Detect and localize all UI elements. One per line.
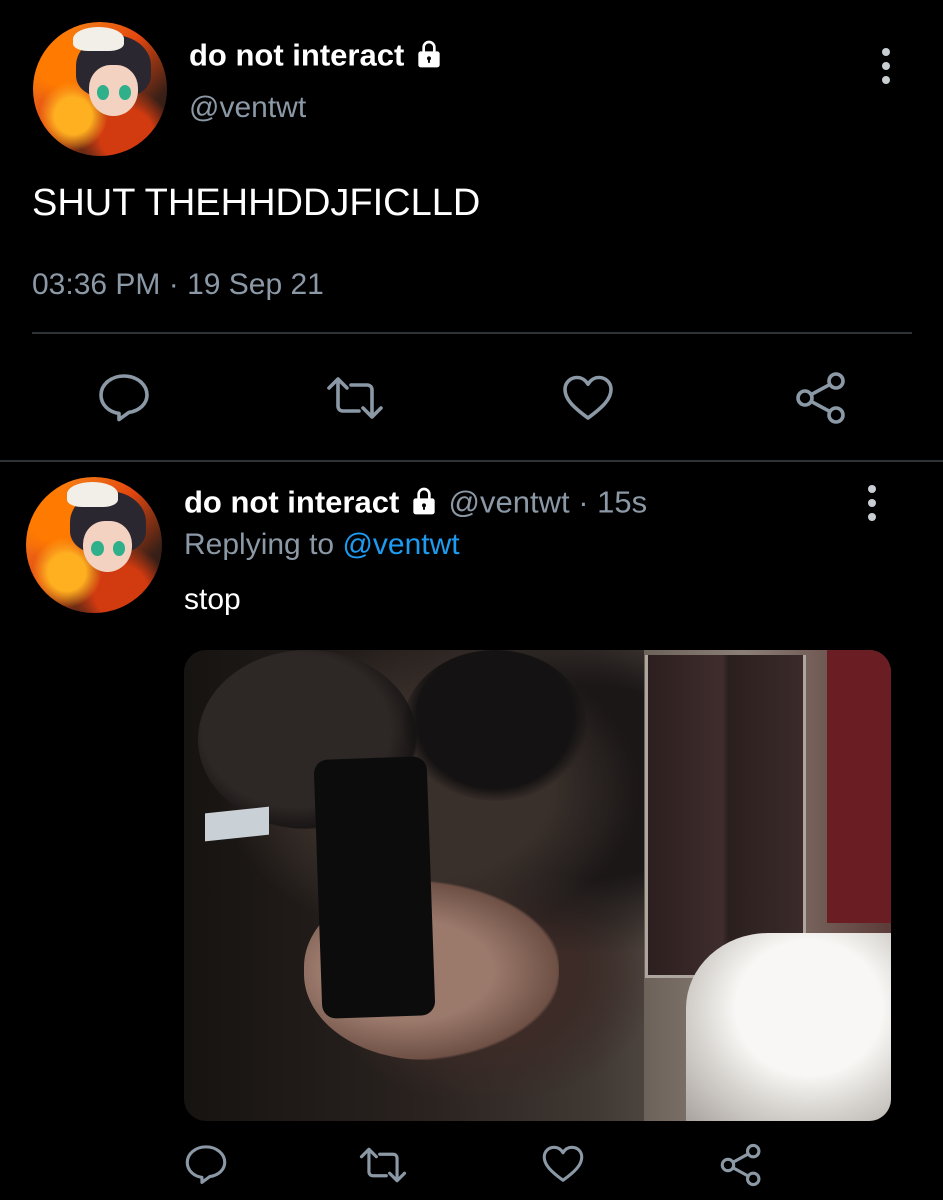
display-name: do not interact [184,484,400,520]
author-handle[interactable]: @ventwt [189,91,306,125]
retweet-icon[interactable] [359,1145,407,1185]
replying-to-link[interactable]: @ventwt [342,528,459,561]
lock-icon [413,38,445,77]
tweet-text: stop [184,583,241,616]
replying-prefix: Replying to [184,528,335,561]
tweet-timestamp[interactable]: 03:36 PM · 19 Sep 21 [32,268,324,302]
avatar[interactable] [26,477,162,613]
reply-header[interactable]: do not interact @ventwt · 15s [184,485,647,524]
avatar[interactable] [33,22,167,156]
share-icon[interactable] [719,1143,763,1187]
tweet-text: SHUT THEHHDDJFICLLD [32,182,481,224]
more-vertical-icon[interactable] [862,485,882,523]
divider [32,332,912,334]
more-vertical-icon[interactable] [876,48,896,86]
replying-to: Replying to @ventwt [184,528,460,562]
lock-icon [408,485,440,524]
display-name: do not interact [189,37,405,73]
retweet-icon[interactable] [326,374,384,422]
reply-icon[interactable] [184,1143,228,1185]
reply-icon[interactable] [97,372,151,422]
divider [0,460,943,462]
handle-time: @ventwt · 15s [448,484,648,520]
heart-icon[interactable] [561,374,615,422]
heart-icon[interactable] [541,1144,585,1184]
share-icon[interactable] [794,371,848,425]
author-name-row[interactable]: do not interact [189,38,445,77]
tweet-photo[interactable] [184,650,891,1121]
